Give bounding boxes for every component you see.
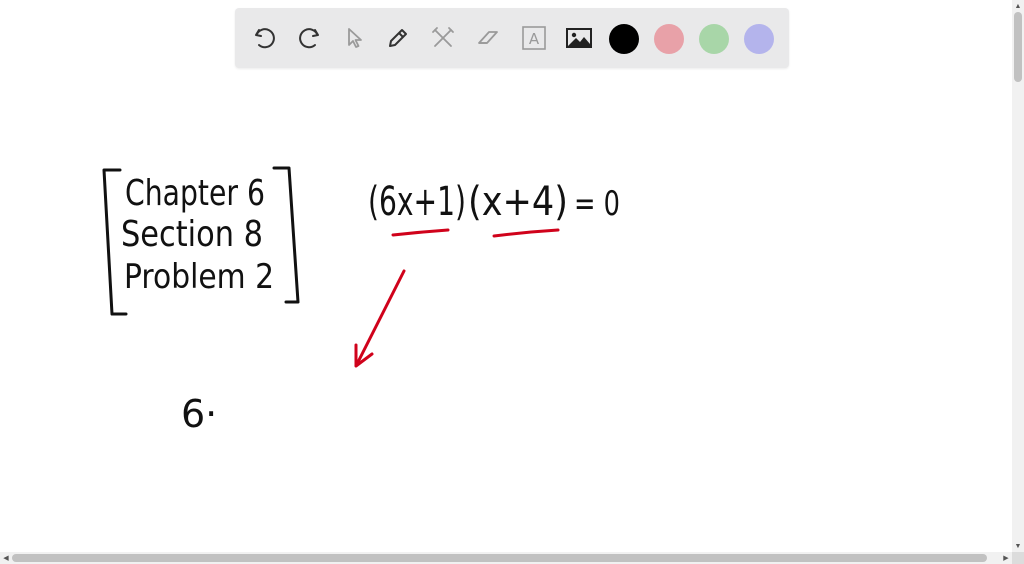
right-bracket (272, 166, 300, 304)
pen-tool[interactable] (382, 22, 414, 54)
text-icon: A (522, 26, 546, 50)
color-swatch-black[interactable] (609, 24, 639, 54)
color-swatch-green[interactable] (699, 24, 729, 54)
scroll-right-icon[interactable]: ▶ (1000, 552, 1012, 564)
underline-factor-2 (492, 228, 560, 238)
whiteboard-canvas[interactable]: Chapter 6 Section 8 Problem 2 (6x+1) (x+… (0, 70, 1012, 550)
redo-icon (299, 28, 319, 49)
problem-label: Problem 2 (124, 257, 274, 297)
undo-button[interactable] (249, 22, 281, 54)
pointer-icon (348, 28, 362, 48)
pen-icon (389, 29, 407, 47)
text-tool-glyph: A (529, 30, 540, 48)
eraser-tool[interactable] (472, 22, 504, 54)
color-swatch-lavender[interactable] (744, 24, 774, 54)
vertical-scroll-thumb[interactable] (1014, 12, 1022, 82)
select-tool[interactable] (338, 22, 370, 54)
section-label: Section 8 (121, 214, 263, 255)
image-icon (566, 28, 592, 48)
color-swatch-pink[interactable] (654, 24, 684, 54)
tools-button[interactable] (427, 22, 459, 54)
equation-equals-zero: = 0 (574, 184, 620, 224)
partial-work: 6· (181, 392, 217, 436)
chapter-label: Chapter 6 (125, 173, 265, 214)
scroll-left-icon[interactable]: ◀ (0, 552, 12, 564)
image-tool[interactable] (563, 22, 595, 54)
redo-button[interactable] (293, 22, 325, 54)
scroll-up-icon[interactable]: ▲ (1012, 0, 1024, 12)
undo-icon (255, 28, 275, 49)
red-arrow (354, 269, 406, 368)
text-tool[interactable]: A (518, 22, 550, 54)
horizontal-scrollbar[interactable]: ◀ ▶ (0, 552, 1012, 564)
equation-factor-2: (x+4) (468, 179, 568, 225)
scrollbar-corner (1012, 552, 1024, 564)
horizontal-scroll-thumb[interactable] (12, 554, 987, 562)
scroll-down-icon[interactable]: ▼ (1012, 540, 1024, 552)
equation-factor-1: (6x+1) (368, 179, 466, 225)
drawing-toolbar: A (235, 8, 789, 68)
underline-factor-1 (391, 228, 450, 237)
tools-icon (432, 27, 454, 47)
eraser-icon (478, 31, 498, 44)
vertical-scrollbar[interactable]: ▲ ▼ (1012, 0, 1024, 552)
